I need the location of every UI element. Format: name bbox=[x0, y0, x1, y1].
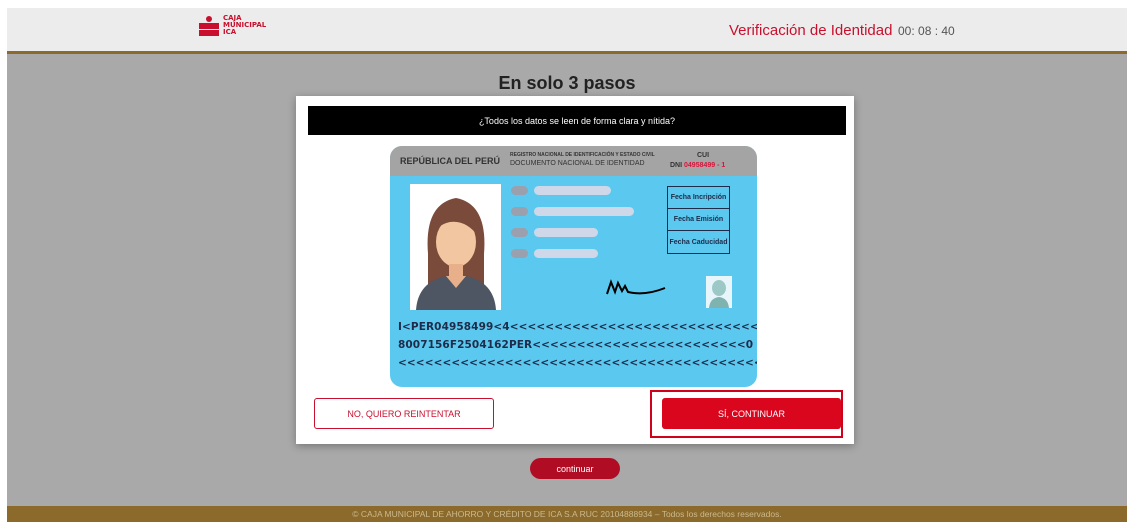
card-header-band: REPÚBLICA DEL PERÚ REGISTRO NACIONAL DE … bbox=[390, 146, 757, 176]
field-chip bbox=[511, 228, 528, 237]
confirm-highlight: SÍ, CONTINUAR bbox=[650, 390, 843, 438]
date-label-issue: Fecha Emisión bbox=[668, 209, 729, 231]
card-dni: DNI 04958499 - 1 bbox=[670, 162, 726, 169]
retry-button[interactable]: NO, QUIERO REINTENTAR bbox=[314, 398, 494, 429]
question-banner: ¿Todos los datos se leen de forma clara … bbox=[308, 106, 846, 135]
field-chip bbox=[511, 207, 528, 216]
card-country: REPÚBLICA DEL PERÚ bbox=[400, 156, 501, 166]
signature-icon bbox=[606, 279, 666, 295]
person-photo-icon bbox=[410, 184, 501, 310]
app-frame: CAJA MUNICIPAL ICA Verificación de Ident… bbox=[7, 8, 1127, 522]
footer-copyright: © CAJA MUNICIPAL DE AHORRO Y CRÉDITO DE … bbox=[7, 506, 1127, 522]
date-label-expiry: Fecha Caducidad bbox=[669, 238, 728, 246]
header: CAJA MUNICIPAL ICA Verificación de Ident… bbox=[7, 8, 1127, 54]
steps-title: En solo 3 pasos bbox=[498, 73, 636, 93]
date-label-inscription: Fecha Incripción bbox=[668, 187, 729, 209]
card-registry: REGISTRO NACIONAL DE IDENTIFICACIÓN Y ES… bbox=[510, 152, 655, 158]
field-bar bbox=[534, 228, 598, 237]
caja-ica-logo: CAJA MUNICIPAL ICA bbox=[199, 15, 266, 36]
field-chip bbox=[511, 249, 528, 258]
field-bar bbox=[534, 207, 634, 216]
card-document-type: DOCUMENTO NACIONAL DE IDENTIDAD bbox=[510, 160, 645, 167]
dni-card-image: REPÚBLICA DEL PERÚ REGISTRO NACIONAL DE … bbox=[390, 146, 757, 387]
card-cui-label: CUI bbox=[697, 152, 710, 159]
session-timer: 00: 08 : 40 bbox=[898, 24, 955, 38]
field-chip bbox=[511, 186, 528, 195]
confirmation-modal: ¿Todos los datos se leen de forma clara … bbox=[296, 96, 854, 444]
mrz-line-3: <<<<<<<<<<<<<<<<<<<<<<<<<<<<<<<<<<<<<<<<… bbox=[398, 357, 757, 369]
mrz-line-2: 8007156F2504162PER<<<<<<<<<<<<<<<<<<<<<<… bbox=[398, 339, 754, 351]
field-bar bbox=[534, 249, 598, 258]
page-title: Verificación de Identidad bbox=[729, 22, 893, 39]
field-bar bbox=[534, 186, 611, 195]
mini-photo-icon bbox=[706, 276, 732, 308]
mrz-line-1: I<PER04958499<4<<<<<<<<<<<<<<<<<<<<<<<<<… bbox=[398, 321, 757, 333]
card-dates-box: Fecha Incripción Fecha Emisión Fecha Cad… bbox=[667, 186, 730, 254]
continue-button[interactable]: continuar bbox=[530, 458, 620, 479]
logo-mark-icon bbox=[199, 15, 219, 36]
logo-text: CAJA MUNICIPAL ICA bbox=[223, 14, 267, 36]
confirm-button[interactable]: SÍ, CONTINUAR bbox=[662, 398, 841, 429]
